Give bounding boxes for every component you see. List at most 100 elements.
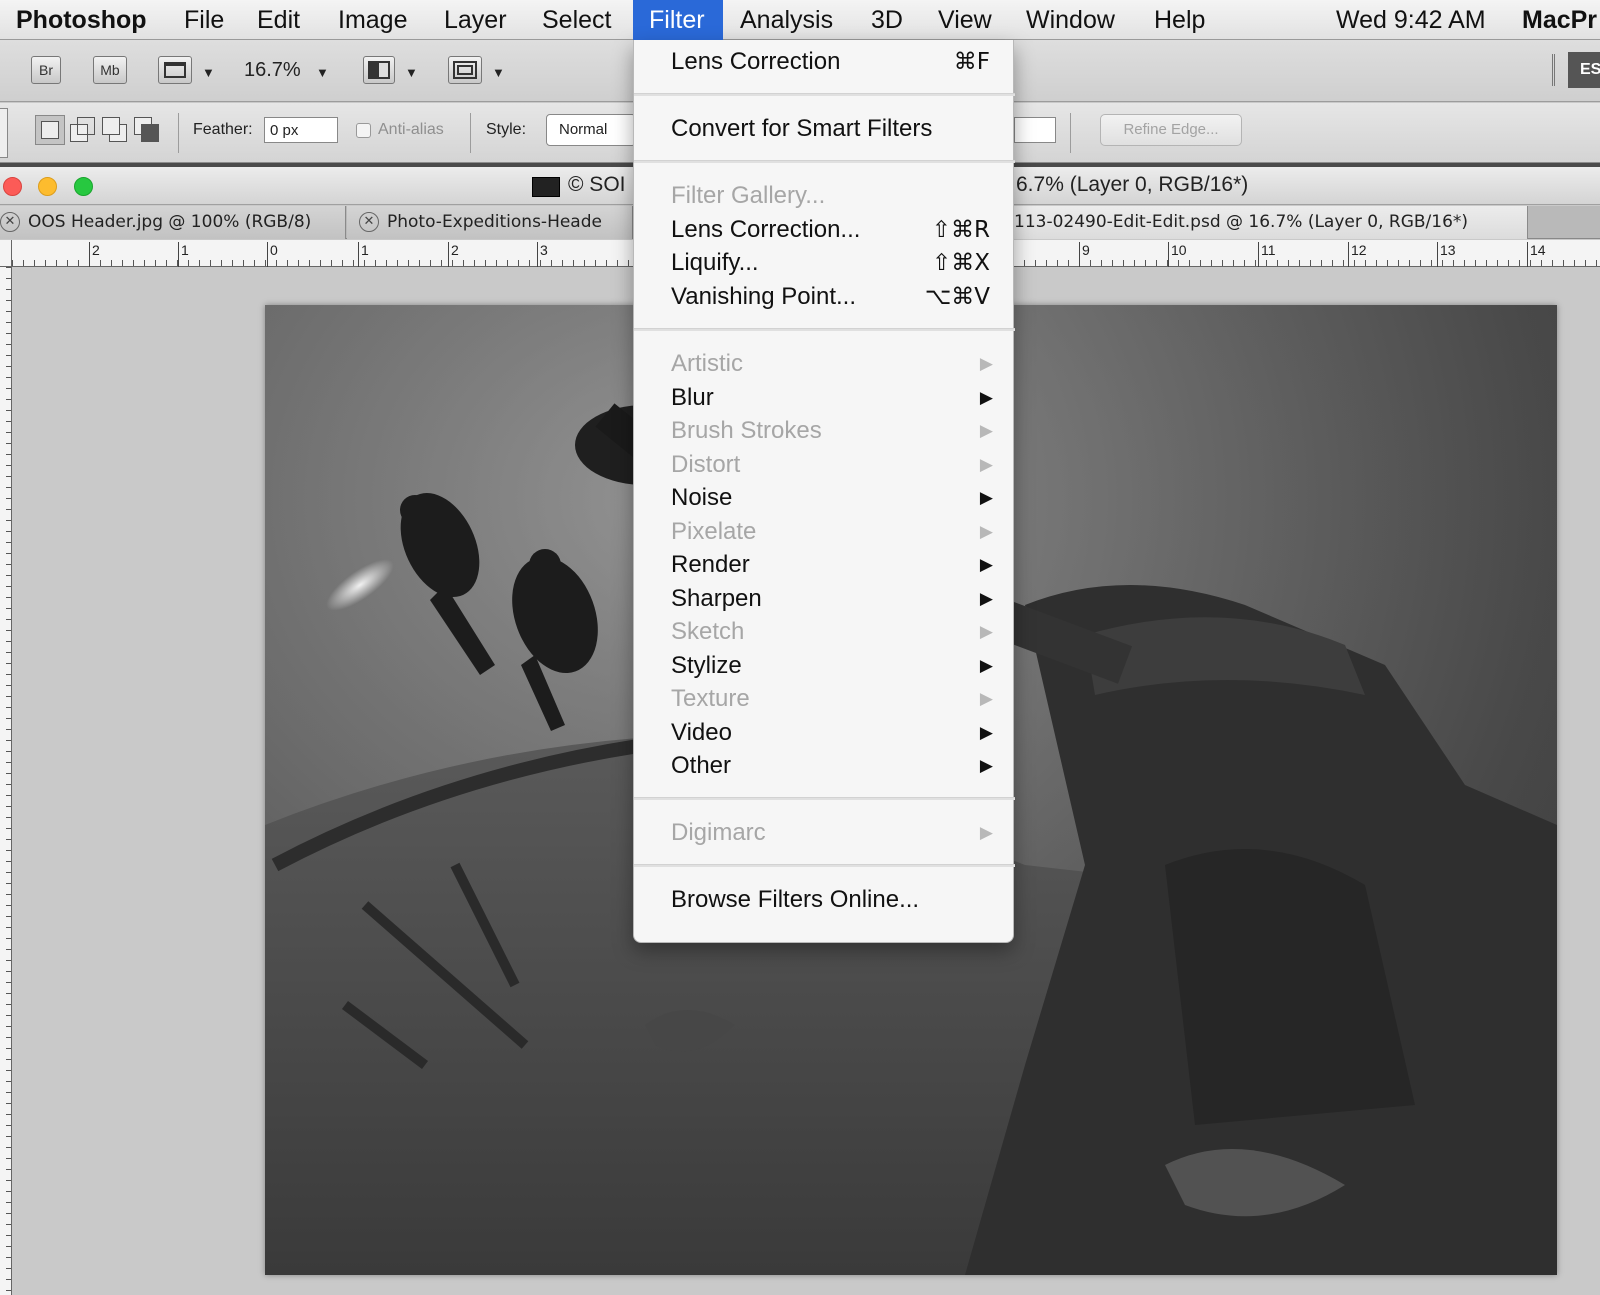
intersect-selection-icon-overlay (141, 124, 159, 142)
shortcut-label: ⇧⌘R (931, 217, 990, 243)
vertical-ruler[interactable] (0, 267, 12, 1295)
menu-select[interactable]: Select (526, 0, 627, 40)
menu-item-label: Pixelate (671, 518, 757, 545)
menu-image[interactable]: Image (322, 0, 423, 40)
minimize-window-icon[interactable] (38, 177, 57, 196)
screen-mode-caret-icon[interactable]: ▼ (492, 65, 505, 80)
menu-item-brush-strokes: Brush Strokes ▶ (634, 414, 1015, 448)
panel-divider (1552, 54, 1555, 86)
shortcut-label: ⌘F (953, 49, 990, 75)
ruler-number: 3 (537, 242, 548, 267)
tab-label: OOS Header.jpg @ 100% (RGB/8) (28, 212, 312, 232)
zoom-level[interactable]: 16.7% (244, 59, 301, 82)
menu-item-label: Artistic (671, 350, 743, 377)
filter-menu-dropdown: Lens Correction ⌘F Convert for Smart Fil… (633, 40, 1015, 943)
menu-item-label: Blur (671, 384, 714, 411)
menu-item-other[interactable]: Other ▶ (634, 749, 1015, 783)
menu-edit[interactable]: Edit (241, 0, 316, 40)
menu-item-sharpen[interactable]: Sharpen ▶ (634, 582, 1015, 616)
menu-item-filter-gallery: Filter Gallery... (634, 179, 1015, 213)
intersect-selection-button[interactable] (132, 115, 162, 145)
menu-item-blur[interactable]: Blur ▶ (634, 381, 1015, 415)
add-to-selection-button[interactable] (68, 115, 98, 145)
arrange-caret-icon[interactable]: ▼ (405, 65, 418, 80)
ruler-origin[interactable] (0, 240, 12, 267)
submenu-arrow-icon: ▶ (979, 823, 993, 842)
arrange-documents-button[interactable] (363, 56, 395, 84)
menu-item-artistic: Artistic ▶ (634, 347, 1015, 381)
height-input[interactable] (1014, 117, 1056, 143)
menu-clock[interactable]: Wed 9:42 AM (1320, 0, 1502, 40)
menu-item-render[interactable]: Render ▶ (634, 548, 1015, 582)
menu-analysis[interactable]: Analysis (724, 0, 849, 40)
ruler-number: 13 (1437, 242, 1456, 267)
menu-item-convert-smart-filters[interactable]: Convert for Smart Filters (634, 112, 1015, 146)
menu-item-browse-filters-online[interactable]: Browse Filters Online... (634, 883, 1015, 917)
mini-bridge-button[interactable]: Mb (93, 56, 127, 84)
submenu-arrow-icon: ▶ (979, 723, 993, 742)
menu-help[interactable]: Help (1138, 0, 1221, 40)
refine-edge-button[interactable]: Refine Edge... (1100, 114, 1242, 146)
new-selection-icon (41, 121, 59, 139)
menu-view[interactable]: View (922, 0, 1008, 40)
menu-item-sketch: Sketch ▶ (634, 615, 1015, 649)
workspace-switcher[interactable]: ES (1568, 52, 1600, 88)
tab-active-document[interactable]: 113-02490-Edit-Edit.psd @ 16.7% (Layer 0… (1014, 206, 1528, 239)
menu-item-label: Lens Correction (671, 48, 841, 75)
menu-item-liquify[interactable]: Liquify... ⇧⌘X (634, 246, 1015, 280)
menu-file[interactable]: File (168, 0, 240, 40)
menu-item-stylize[interactable]: Stylize ▶ (634, 649, 1015, 683)
close-tab-icon[interactable]: ✕ (359, 212, 379, 232)
menu-item-video[interactable]: Video ▶ (634, 716, 1015, 750)
menu-separator (634, 328, 1015, 331)
tool-preset-picker[interactable] (0, 108, 8, 158)
submenu-arrow-icon: ▶ (979, 689, 993, 708)
tab-label: Photo-Expeditions-Heade (387, 212, 602, 232)
zoom-caret-icon[interactable]: ▼ (316, 65, 329, 80)
ruler-number: 11 (1258, 242, 1276, 267)
menu-layer[interactable]: Layer (428, 0, 523, 40)
shortcut-label: ⇧⌘X (931, 250, 990, 276)
options-divider (178, 113, 179, 153)
menu-app-photoshop[interactable]: Photoshop (0, 0, 163, 40)
tab-oos-header[interactable]: ✕ OOS Header.jpg @ 100% (RGB/8) (0, 206, 346, 239)
ruler-number: 12 (1348, 242, 1367, 267)
menu-item-lens-correction[interactable]: Lens Correction... ⇧⌘R (634, 213, 1015, 247)
ruler-number: 2 (448, 242, 459, 267)
tab-photo-expeditions[interactable]: ✕ Photo-Expeditions-Heade (347, 206, 633, 239)
subtract-from-selection-button[interactable] (100, 115, 130, 145)
submenu-arrow-icon: ▶ (979, 589, 993, 608)
menu-separator (634, 93, 1015, 96)
feather-input[interactable] (264, 117, 338, 143)
menu-window[interactable]: Window (1010, 0, 1131, 40)
add-selection-icon-overlay (77, 117, 95, 135)
bridge-button[interactable]: Br (31, 56, 61, 84)
options-divider (1070, 113, 1071, 153)
style-select[interactable]: Normal (546, 114, 636, 146)
close-tab-icon[interactable]: ✕ (0, 212, 20, 232)
menu-item-vanishing-point[interactable]: Vanishing Point... ⌥⌘V (634, 280, 1015, 314)
menu-item-label: Brush Strokes (671, 417, 822, 444)
ruler-number: 1 (358, 242, 369, 267)
menu-filter[interactable]: Filter (633, 0, 723, 40)
menu-3d[interactable]: 3D (855, 0, 919, 40)
view-extras-caret-icon[interactable]: ▼ (202, 65, 215, 80)
menu-item-noise[interactable]: Noise ▶ (634, 481, 1015, 515)
ruler-number: 14 (1527, 242, 1546, 267)
close-window-icon[interactable] (3, 177, 22, 196)
menu-item-last-filter[interactable]: Lens Correction ⌘F (634, 45, 1015, 79)
menu-computer-name[interactable]: MacPr (1506, 0, 1600, 40)
options-divider (470, 113, 471, 153)
new-selection-button[interactable] (35, 115, 65, 145)
screen-mode-button[interactable] (448, 56, 482, 84)
zoom-window-icon[interactable] (74, 177, 93, 196)
view-extras-icon (164, 62, 186, 78)
document-title-right: 6.7% (Layer 0, RGB/16*) (1016, 173, 1249, 196)
document-proxy-icon[interactable] (532, 177, 560, 197)
view-extras-button[interactable] (158, 56, 192, 84)
menu-item-distort: Distort ▶ (634, 448, 1015, 482)
submenu-arrow-icon: ▶ (979, 522, 993, 541)
anti-alias-checkbox[interactable] (356, 123, 371, 138)
style-label: Style: (486, 121, 527, 138)
ruler-number: 10 (1168, 242, 1187, 267)
